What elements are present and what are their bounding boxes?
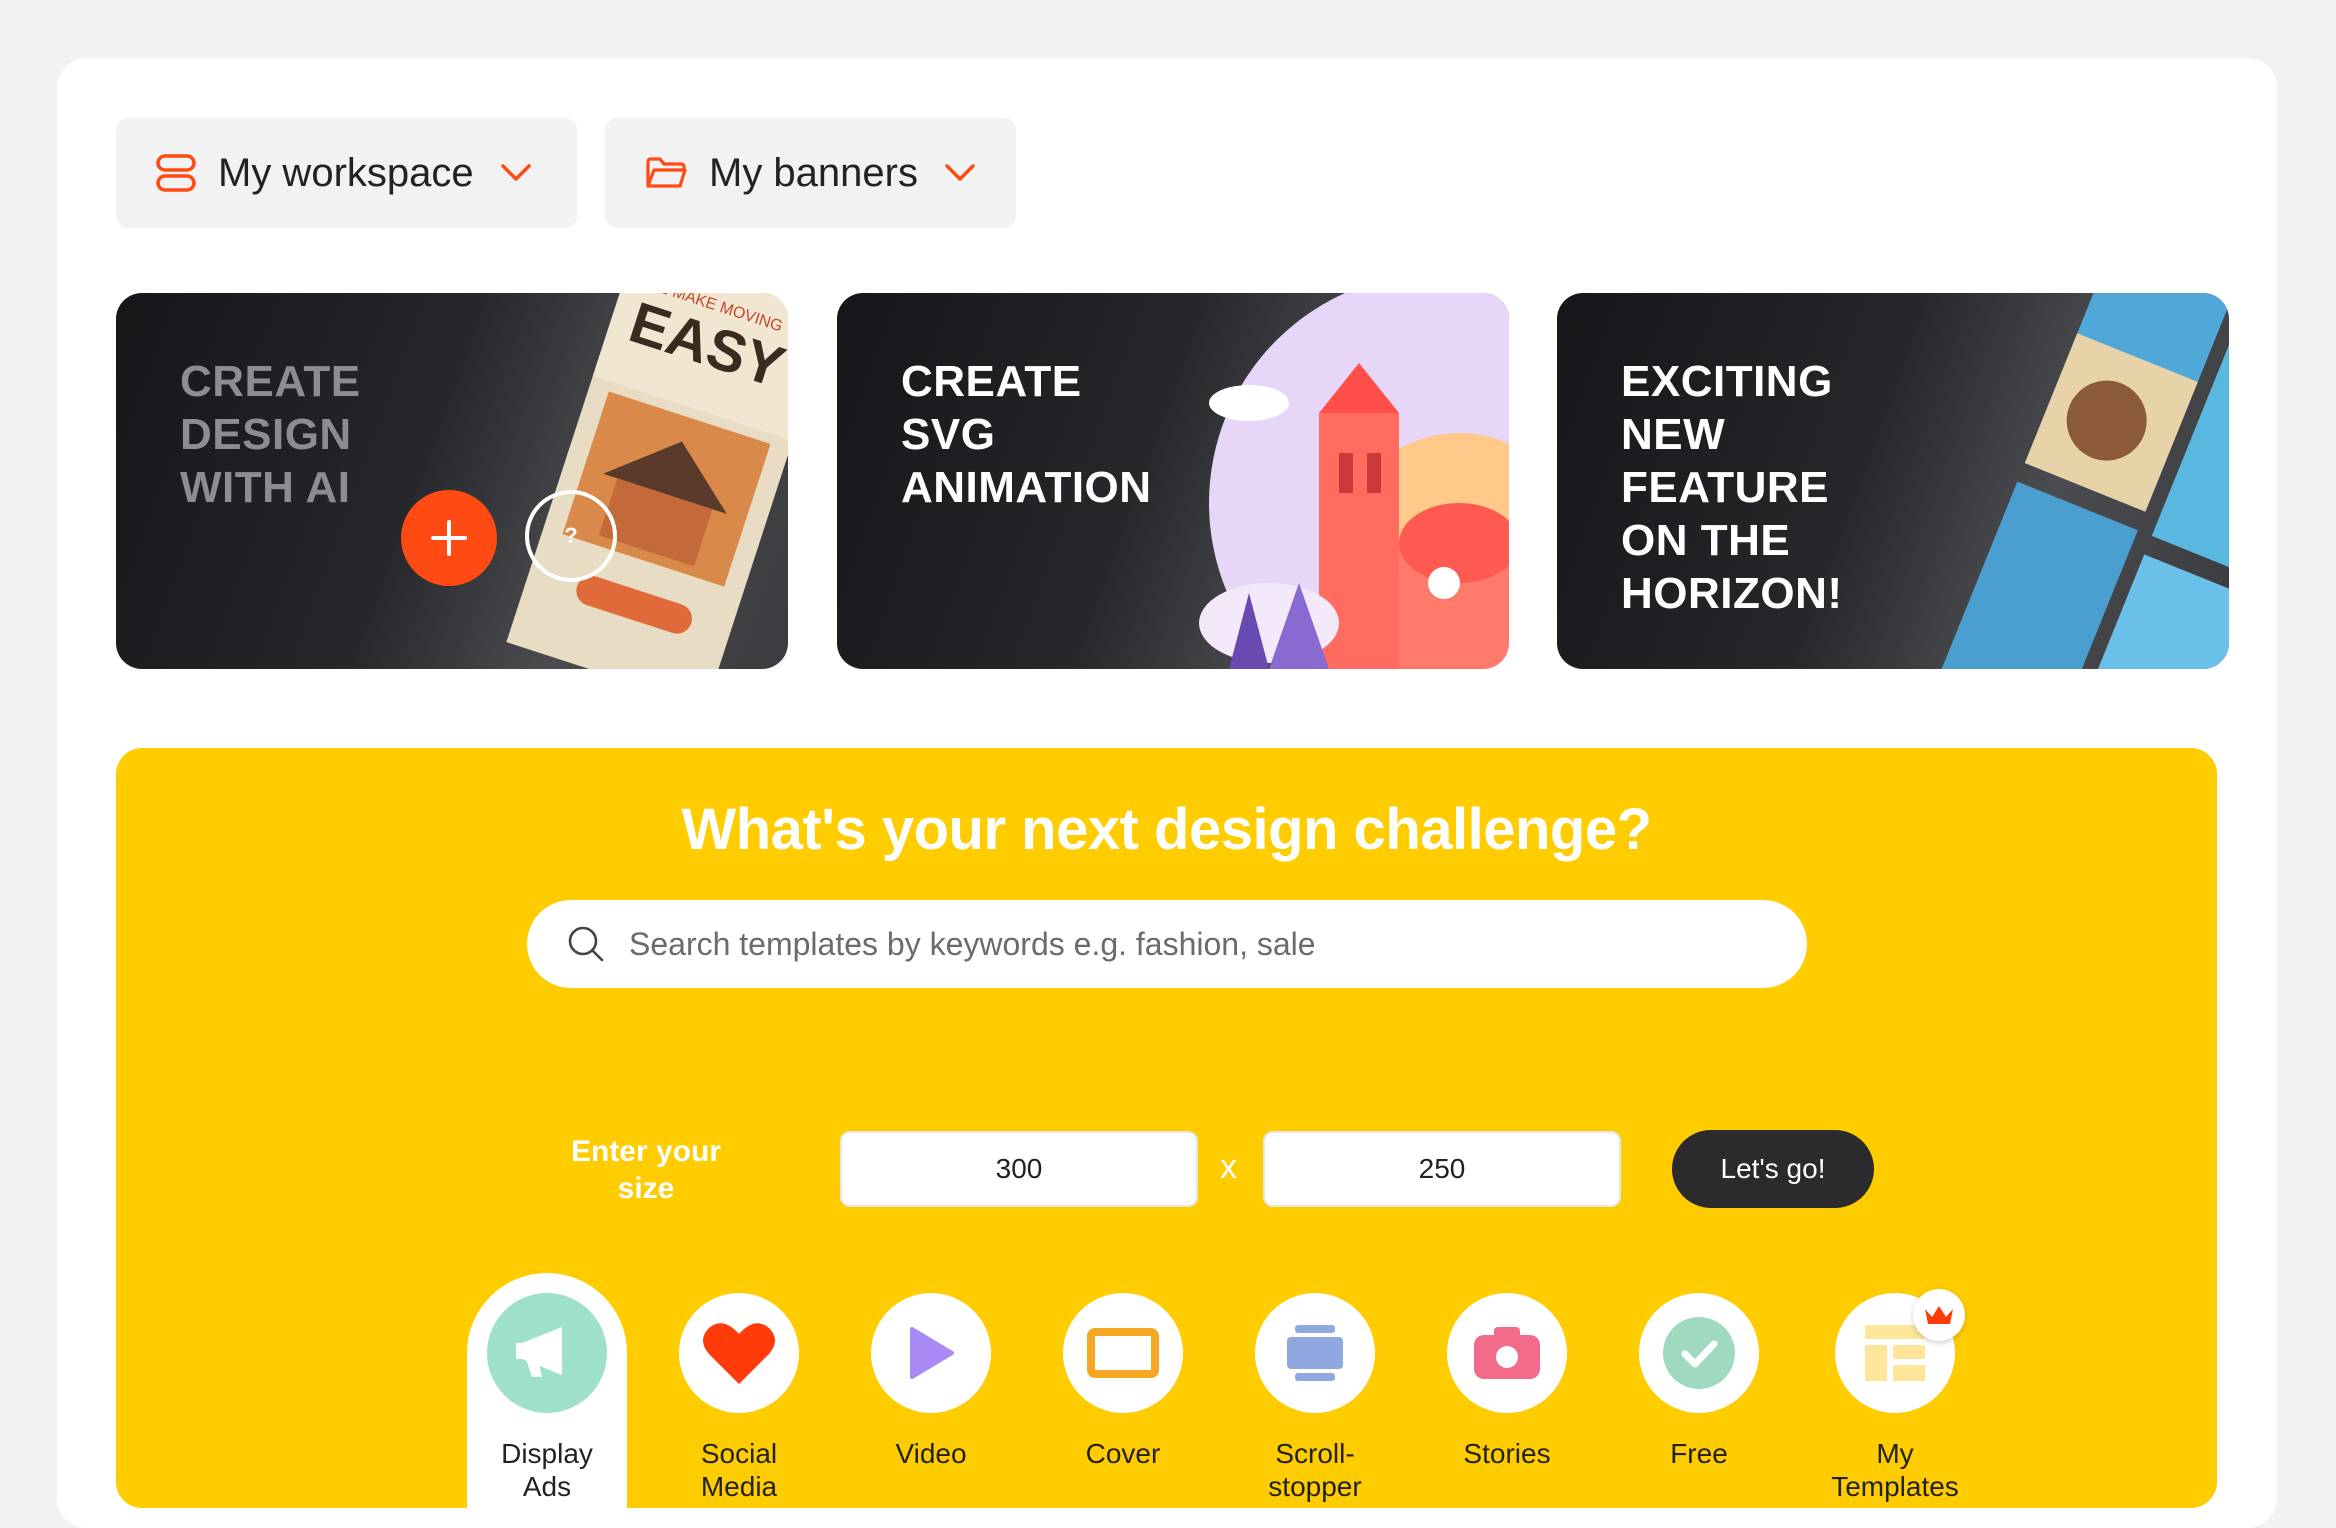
promo-title: CREATE DESIGN WITH AI — [180, 357, 361, 512]
heart-icon — [703, 1323, 775, 1384]
workspace-icon — [156, 154, 196, 192]
height-input[interactable] — [1263, 1131, 1621, 1207]
category-social-media[interactable]: Social Media — [659, 1293, 819, 1503]
category-label: Scroll-stopper — [1268, 1438, 1362, 1502]
category-cover[interactable]: Cover — [1043, 1293, 1203, 1470]
category-video[interactable]: Video — [851, 1293, 1011, 1470]
category-label: Social Media — [700, 1438, 778, 1502]
search-icon — [568, 926, 604, 962]
category-label: My Templates — [1831, 1438, 1959, 1502]
size-label: Enter your size — [570, 1135, 722, 1205]
width-input[interactable] — [840, 1131, 1198, 1207]
promo-title: EXCITING NEW FEATURE ON THE HORIZON! — [1621, 357, 1843, 618]
banners-dropdown[interactable]: My banners — [605, 118, 1016, 228]
lets-go-button[interactable]: Let's go! — [1672, 1130, 1874, 1208]
promo-card-ai-design[interactable]: EASY WE MAKE MOVING CREATE DESIGN WITH A… — [116, 293, 788, 669]
cover-frame-icon — [1087, 1328, 1159, 1378]
new-feature-artwork: LEAVE — [1934, 293, 2229, 669]
design-challenge-section: What's your next design challenge? Enter… — [116, 748, 2217, 1508]
checkmark-icon — [1663, 1317, 1735, 1389]
svg-animation-artwork — [1199, 293, 1509, 669]
category-label: Stories — [1463, 1438, 1551, 1469]
help-button[interactable]: ? — [525, 490, 617, 582]
category-free[interactable]: Free — [1619, 1293, 1779, 1470]
size-separator: x — [1220, 1148, 1237, 1186]
main-panel: My workspace My banners EASY WE MAKE MOV… — [57, 58, 2277, 1528]
create-ai-button[interactable] — [401, 490, 497, 586]
folder-icon — [645, 156, 687, 190]
search-input[interactable] — [627, 924, 1731, 964]
template-search[interactable] — [527, 900, 1807, 988]
banners-label: My banners — [709, 150, 918, 195]
camera-icon — [1474, 1327, 1540, 1379]
scroll-stopper-icon — [1287, 1325, 1343, 1381]
category-display-ads[interactable]: Display Ads — [467, 1273, 627, 1508]
workspace-label: My workspace — [218, 150, 474, 195]
templates-icon — [1865, 1325, 1925, 1381]
promo-card-svg-animation[interactable]: CREATE SVG ANIMATION — [837, 293, 1509, 669]
chevron-down-icon — [944, 163, 976, 183]
help-label: ? — [564, 523, 578, 548]
plus-icon — [431, 520, 467, 556]
category-scroll-stopper[interactable]: Scroll-stopper — [1235, 1293, 1395, 1503]
category-label: Display Ads — [501, 1438, 593, 1502]
category-stories[interactable]: Stories — [1427, 1293, 1587, 1470]
category-my-templates[interactable]: My Templates — [1815, 1289, 1975, 1503]
megaphone-icon — [516, 1327, 562, 1377]
ai-design-artwork: EASY WE MAKE MOVING — [506, 293, 788, 669]
play-icon — [910, 1327, 954, 1379]
promo-title: CREATE SVG ANIMATION — [901, 357, 1152, 512]
crown-icon — [1913, 1289, 1965, 1341]
promo-card-new-feature[interactable]: LEAVE EXCITING NEW FEATURE ON THE HORIZO… — [1557, 293, 2229, 669]
category-label: Free — [1670, 1438, 1728, 1469]
workspace-dropdown[interactable]: My workspace — [116, 118, 577, 228]
chevron-down-icon — [500, 163, 532, 183]
category-label: Cover — [1085, 1438, 1161, 1469]
challenge-heading: What's your next design challenge? — [681, 797, 1652, 862]
category-label: Video — [895, 1438, 967, 1469]
